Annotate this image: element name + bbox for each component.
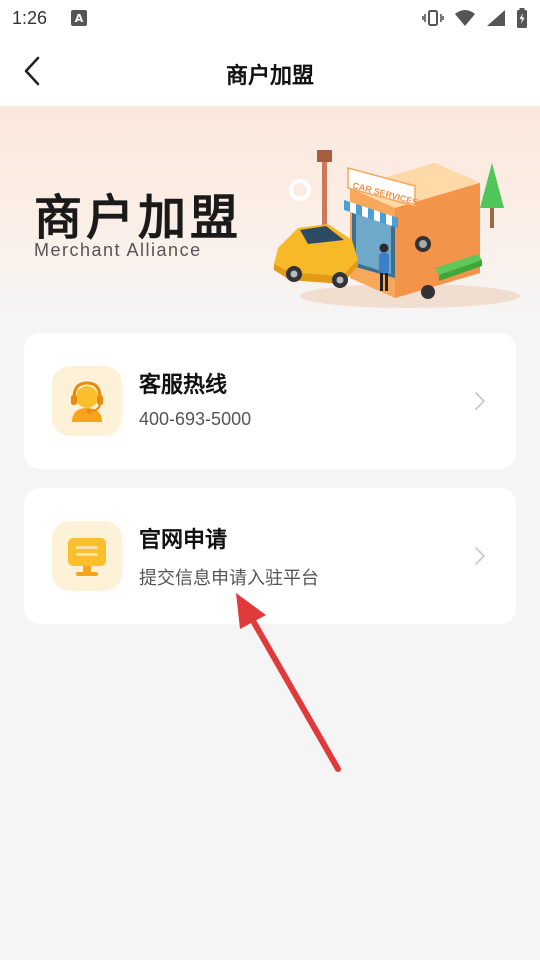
customer-service-hotline-card[interactable]: 客服热线 400-693-5000	[24, 333, 516, 469]
chevron-right-icon	[475, 547, 485, 565]
status-time: 1:26	[12, 7, 48, 28]
status-icons	[422, 8, 528, 28]
apply-title: 官网申请	[139, 528, 228, 553]
monitor-icon	[68, 538, 106, 576]
red-annotation-arrow-icon	[236, 593, 341, 772]
banner-title: 商户加盟	[34, 190, 243, 246]
apply-icon-container	[52, 521, 122, 591]
banner-subtitle: Merchant Alliance	[34, 240, 202, 260]
notification-a-icon: A	[71, 10, 88, 26]
battery-charging-icon	[517, 8, 527, 28]
page-title: 商户加盟	[225, 64, 314, 89]
vibrate-icon	[422, 10, 444, 26]
chevron-right-icon	[475, 392, 485, 410]
hotline-title: 客服热线	[139, 373, 228, 398]
gear-icon	[289, 179, 311, 201]
banner: 商户加盟 Merchant Alliance CAR SERVICES	[0, 106, 540, 320]
car-service-shop-illustration: CAR SERVICES	[274, 150, 520, 308]
signal-icon	[487, 10, 505, 26]
nav-bar: 商户加盟	[0, 36, 540, 106]
hotline-phone-number[interactable]: 400-693-5000	[139, 409, 251, 430]
wifi-icon	[455, 10, 475, 26]
customer-service-headset-icon	[71, 381, 103, 422]
status-bar: 1:26 A	[0, 0, 540, 36]
hotline-icon-container	[52, 366, 122, 436]
